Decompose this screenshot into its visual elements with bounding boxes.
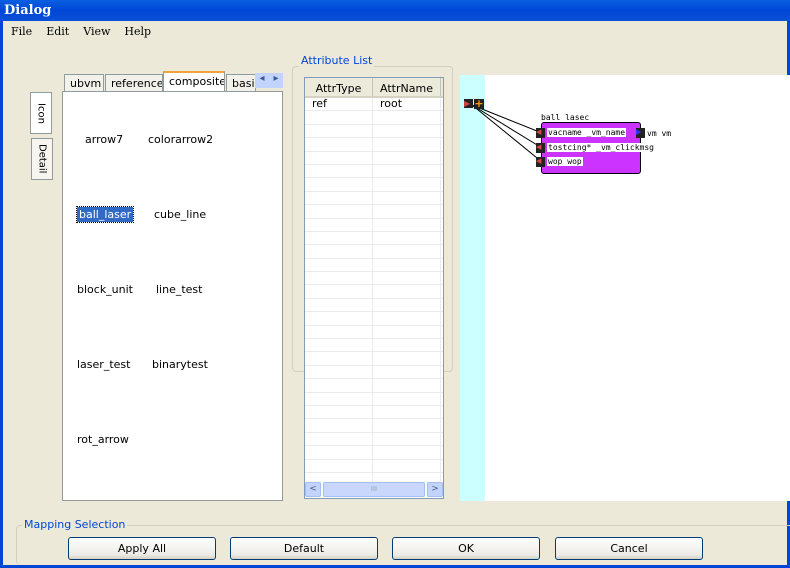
list-item[interactable]: arrow7 [83, 132, 125, 147]
list-item[interactable]: colorarrow2 [146, 132, 215, 147]
table-row-empty [305, 379, 443, 393]
title-bar: Dialog [0, 0, 790, 21]
table-row-empty [305, 312, 443, 326]
table-row-empty [305, 272, 443, 286]
tab-reference[interactable]: reference [105, 74, 163, 92]
menu-help[interactable]: Help [116, 21, 157, 41]
table-row-empty [305, 164, 443, 179]
output-port-icon[interactable]: ▶ [636, 128, 645, 138]
node-port-label: vacname _vm_name [547, 128, 627, 137]
ok-button[interactable]: OK [392, 537, 540, 560]
tab-scroll-buttons: ◂ ▸ [255, 73, 283, 88]
table-row-empty [305, 459, 443, 473]
attribute-list-title: Attribute List [299, 54, 375, 67]
table-row-empty [305, 365, 443, 380]
table-row-empty [305, 432, 443, 447]
list-item[interactable]: laser_test [75, 357, 132, 372]
scroll-right-icon[interactable]: > [427, 482, 443, 497]
table-row-empty [305, 405, 443, 420]
scroll-left-icon[interactable]: < [305, 482, 321, 497]
mapping-selection-title: Mapping Selection [22, 518, 128, 531]
cancel-button[interactable]: Cancel [555, 537, 703, 560]
tab-scroll-left[interactable]: ◂ [259, 73, 264, 88]
table-row-empty [305, 392, 443, 406]
cell-attrname: root [373, 97, 441, 111]
attribute-table: AttrType AttrName ref root [304, 77, 444, 499]
window-title: Dialog [4, 3, 52, 18]
column-header-attrtype[interactable]: AttrType [305, 78, 373, 96]
table-row[interactable]: ref root [305, 97, 443, 112]
table-row-empty [305, 191, 443, 206]
node-port-label: wop wop [547, 157, 583, 166]
table-row-empty [305, 325, 443, 340]
table-row-empty [305, 231, 443, 246]
apply-all-button[interactable]: Apply All [68, 537, 216, 560]
cell-attrtype: ref [305, 97, 373, 111]
table-row-empty [305, 151, 443, 165]
node-output-label: vm vm [647, 129, 672, 138]
side-tab-icon[interactable]: Icon [30, 92, 52, 134]
menu-bar: File Edit View Help [3, 21, 157, 41]
list-item[interactable]: block_unit [75, 282, 135, 297]
default-button[interactable]: Default [230, 537, 378, 560]
list-item-selected[interactable]: ball_laser [75, 206, 135, 223]
icon-list: arrow7 colorarrow2 ball_laser cube_line … [62, 91, 283, 501]
table-row-empty [305, 258, 443, 273]
tab-composite[interactable]: composite [163, 71, 225, 92]
list-item[interactable]: rot_arrow [75, 432, 131, 447]
table-row-empty [305, 352, 443, 366]
port-icon[interactable]: ◀ [536, 143, 545, 153]
tab-ubvm[interactable]: ubvm [64, 74, 104, 92]
horizontal-scrollbar[interactable]: < III > [305, 481, 443, 498]
node-title: ball lasec [541, 113, 590, 122]
list-item[interactable]: cube_line [152, 207, 208, 222]
table-row-empty [305, 419, 443, 433]
inlet-arrow-icon[interactable]: ▶ [464, 99, 473, 108]
port-icon[interactable]: ◀ [536, 128, 545, 138]
side-tab-detail[interactable]: Detail [31, 138, 53, 180]
table-row-empty [305, 178, 443, 192]
list-item[interactable]: line_test [154, 282, 204, 297]
list-item[interactable]: binarytest [150, 357, 210, 372]
tab-basic[interactable]: basic [226, 74, 256, 92]
table-row-empty [305, 138, 443, 152]
menu-file[interactable]: File [3, 21, 38, 41]
table-row-empty [305, 285, 443, 299]
table-row-empty [305, 124, 443, 139]
table-row-empty [305, 218, 443, 232]
table-row-empty [305, 298, 443, 313]
menu-edit[interactable]: Edit [38, 21, 75, 41]
column-header-attrname[interactable]: AttrName [373, 78, 441, 96]
scroll-thumb[interactable]: III [323, 482, 425, 497]
table-row-empty [305, 111, 443, 125]
tab-scroll-right[interactable]: ▸ [273, 73, 278, 88]
table-row-empty [305, 245, 443, 259]
table-row-empty [305, 446, 443, 460]
node-port-label: tostcing* _vm_clickmsg [547, 143, 655, 152]
add-icon[interactable]: + [474, 98, 484, 109]
menu-view[interactable]: View [75, 21, 116, 41]
port-icon[interactable]: ◀ [536, 157, 545, 167]
table-row-empty [305, 205, 443, 219]
table-row-empty [305, 339, 443, 353]
